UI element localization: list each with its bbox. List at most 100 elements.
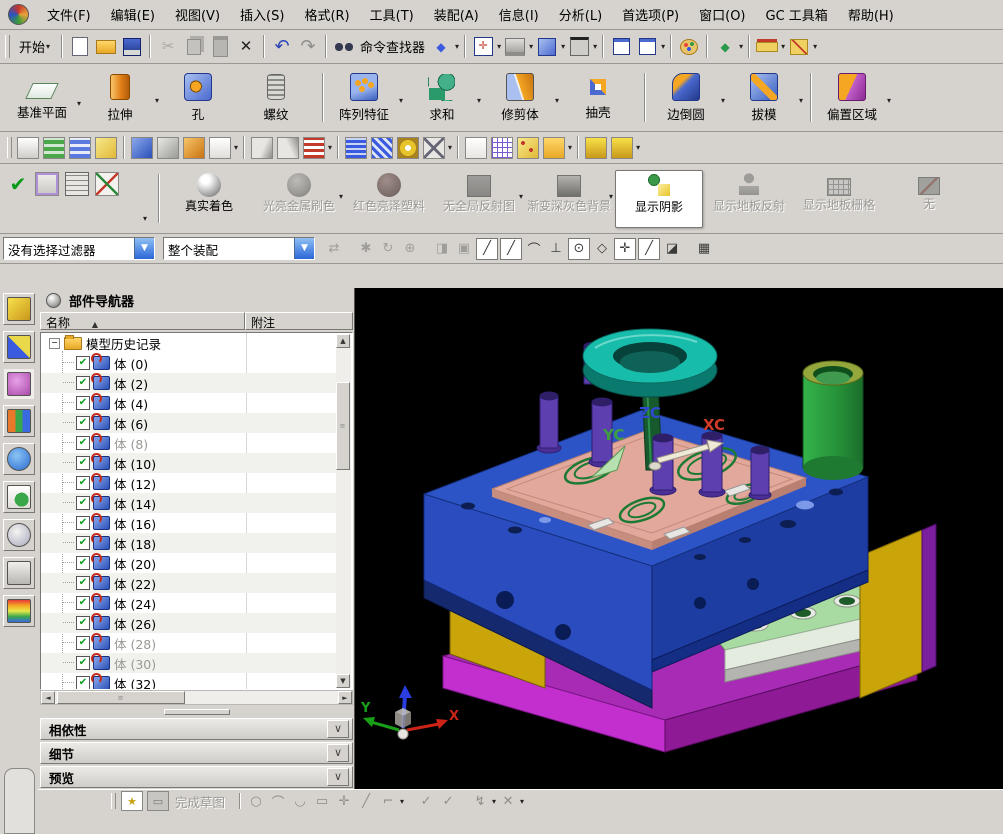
chamfer-b-icon[interactable] <box>277 136 300 159</box>
lock-group-icon[interactable] <box>611 136 634 159</box>
sprue-bushing[interactable] <box>802 360 864 480</box>
visibility-checkbox[interactable]: ✔ <box>76 476 90 490</box>
sketch-tool-icon[interactable]: ↯ <box>471 792 489 810</box>
tree-item-row[interactable]: ✔ 体 (20) <box>41 553 337 573</box>
tree-item-row[interactable]: ✔ 体 (12) <box>41 473 337 493</box>
dropdown-caret[interactable]: ▾ <box>399 96 403 105</box>
washer-icon[interactable] <box>397 136 420 159</box>
hook-tool-icon[interactable]: ⊕ <box>400 239 420 259</box>
menu-item[interactable]: 窗口(O) <box>689 2 755 27</box>
note-tag-icon[interactable] <box>95 136 117 159</box>
visibility-checkbox[interactable]: ✔ <box>76 436 90 450</box>
sketch-tool-icon[interactable]: ◡ <box>291 792 309 810</box>
dropdown-caret[interactable]: ▾ <box>477 96 481 105</box>
tree-item-row[interactable]: ✔ 体 (16) <box>41 513 337 533</box>
spring-icon[interactable] <box>371 136 394 159</box>
sketch-tool-icon[interactable]: ✛ <box>335 792 353 810</box>
render-style-button[interactable]: 显示阴影 <box>615 169 703 228</box>
dropdown-caret[interactable]: ▾ <box>721 96 725 105</box>
dropdown-caret[interactable]: ▾ <box>609 192 613 201</box>
mold-assembly-model[interactable]: ZC XC YC Y X <box>355 288 1003 790</box>
delete-button[interactable]: ✕ <box>234 35 258 59</box>
vertical-scrollbar[interactable]: ▲ ≡ ▼ <box>336 334 351 688</box>
menu-item[interactable]: 信息(I) <box>489 2 549 27</box>
tree-root-row[interactable]: − 模型历史记录 <box>41 333 337 353</box>
expand-chevron-button[interactable]: ∨ <box>327 768 349 786</box>
snap-point-toggle[interactable]: ✛ <box>614 237 636 260</box>
dropdown-caret[interactable]: ▾ <box>781 42 785 51</box>
visibility-checkbox[interactable]: ✔ <box>76 616 90 630</box>
tree-item-row[interactable]: ✔ 体 (8) <box>41 433 337 453</box>
copy-button[interactable] <box>182 35 206 59</box>
start-button[interactable]: 开始 ▾ <box>15 35 55 58</box>
point-set-icon[interactable] <box>517 136 540 159</box>
snap-face-toggle[interactable]: ◪ <box>662 239 682 259</box>
part-navigator-button[interactable] <box>4 369 34 399</box>
dropdown-caret[interactable]: ▾ <box>497 42 501 51</box>
feature-button[interactable]: 拔模 ▾ <box>728 70 806 125</box>
measure-angle-button[interactable] <box>787 35 811 59</box>
sketch-tool-icon[interactable]: ⌒ <box>269 792 287 811</box>
tree-item-row[interactable]: ✔ 体 (30) <box>41 653 337 673</box>
menu-item[interactable]: GC 工具箱 <box>756 2 838 27</box>
visibility-checkbox[interactable]: ✔ <box>76 556 90 570</box>
finish-sketch-label[interactable]: 完成草图 <box>175 792 225 811</box>
tree-item-row[interactable]: ✔ 体 (22) <box>41 573 337 593</box>
eraser-tool-icon[interactable]: ◨ <box>432 239 452 259</box>
render-style-button[interactable]: 无全局反射图 ▾ <box>435 170 523 228</box>
snap-midpoint-toggle[interactable]: ╱ <box>500 237 522 260</box>
sketch-tool-icon[interactable]: ⌐ <box>379 792 397 810</box>
scroll-left-button[interactable]: ◄ <box>41 691 55 704</box>
tree-item-row[interactable]: ✔ 体 (6) <box>41 413 337 433</box>
render-style-button[interactable]: 渐变深灰色背景 ▾ <box>525 170 613 228</box>
sketch-tool-icon[interactable]: ╱ <box>357 792 375 810</box>
sketch-tool-icon[interactable]: ▭ <box>313 792 331 810</box>
sketch-tool-icon[interactable]: ○ <box>247 792 265 810</box>
tree-item-row[interactable]: ✔ 体 (18) <box>41 533 337 553</box>
accordion-panel[interactable]: 相依性 ∨ <box>40 718 353 740</box>
triangle-mesh-icon[interactable] <box>465 136 488 159</box>
visibility-checkbox[interactable]: ✔ <box>76 676 90 689</box>
redo-button[interactable]: ↷ <box>296 35 320 59</box>
render-style-button[interactable]: 真实着色 <box>165 170 253 228</box>
snap-angle-toggle[interactable]: ╱ <box>638 237 660 260</box>
interpart-link-icon[interactable]: ⇄ <box>324 239 344 259</box>
dropdown-caret[interactable]: ▾ <box>799 96 803 105</box>
hd3d-tools-button[interactable] <box>3 443 35 475</box>
menu-item[interactable]: 文件(F) <box>37 2 101 27</box>
visibility-checkbox[interactable]: ✔ <box>76 416 90 430</box>
snap-center-toggle[interactable]: ⊙ <box>568 237 590 260</box>
csys-icon[interactable] <box>95 172 119 196</box>
feature-button[interactable]: 孔 <box>162 70 240 125</box>
dropdown-caret[interactable]: ▾ <box>234 143 238 152</box>
graphics-viewport[interactable]: ZC XC YC Y X <box>355 288 1003 790</box>
fit-view-button[interactable]: ✛ <box>471 35 495 59</box>
sketch-tool-icon[interactable]: ✓ <box>417 792 435 810</box>
menu-item[interactable]: 工具(T) <box>360 2 424 27</box>
render-style-button[interactable]: 红色亮泽塑料 <box>345 170 433 228</box>
accordion-panel[interactable]: 细节 ∨ <box>40 742 353 764</box>
toolbar-grip[interactable] <box>7 136 12 159</box>
feature-button[interactable]: 基准平面 ▾ <box>6 73 84 123</box>
combo-dropdown-icon[interactable]: ▼ <box>294 238 314 259</box>
display-mode-icon[interactable] <box>17 136 39 159</box>
box-select-tool-icon[interactable]: ▣ <box>454 239 474 259</box>
menu-item[interactable]: 装配(A) <box>424 2 489 27</box>
tree-item-row[interactable]: ✔ 体 (4) <box>41 393 337 413</box>
dropdown-caret[interactable]: ▾ <box>339 192 343 201</box>
cut-button[interactable]: ✂ <box>156 35 180 59</box>
clipboard-notes-icon[interactable] <box>35 172 59 196</box>
web-browser-button[interactable] <box>3 481 35 513</box>
visibility-checkbox[interactable]: ✔ <box>76 496 90 510</box>
visibility-checkbox[interactable]: ✔ <box>76 356 90 370</box>
render-style-button[interactable]: 显示地板栅格 <box>795 170 883 228</box>
column-header-note[interactable]: 附注 <box>245 312 353 330</box>
examine-solid-icon[interactable] <box>183 136 205 159</box>
dropdown-caret[interactable]: ▾ <box>813 42 817 51</box>
feature-button[interactable]: 求和 ▾ <box>406 70 484 125</box>
visibility-checkbox[interactable]: ✔ <box>76 536 90 550</box>
constraint-navigator-button[interactable] <box>3 331 35 363</box>
render-style-button[interactable]: 光亮金属刷色 ▾ <box>255 170 343 228</box>
open-button[interactable] <box>94 35 118 59</box>
dropdown-caret[interactable]: ▾ <box>328 143 332 152</box>
